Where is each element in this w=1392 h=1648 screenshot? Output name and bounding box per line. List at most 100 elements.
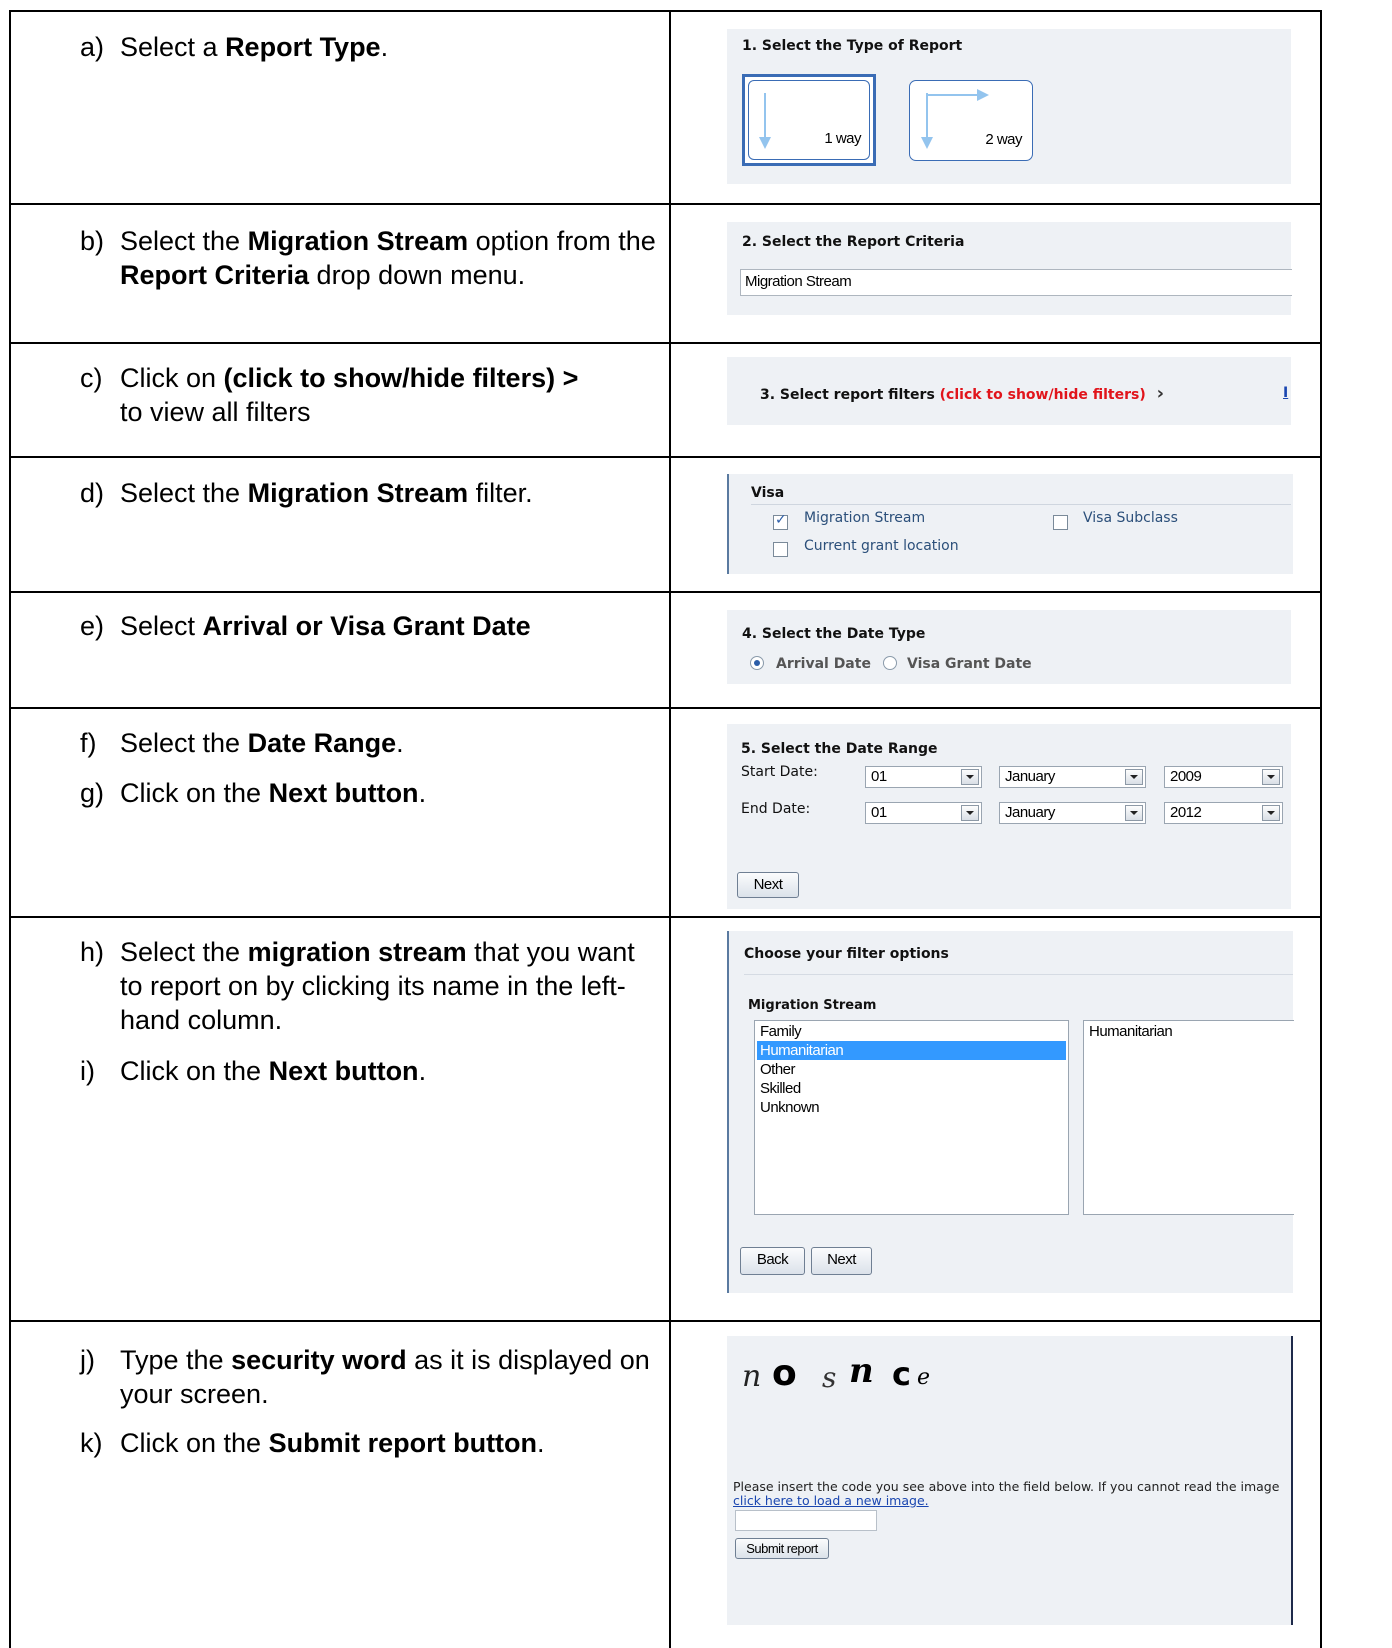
end-year-select[interactable]: 2012: [1164, 802, 1283, 824]
migration-stream-checkbox[interactable]: ✓: [773, 512, 788, 530]
list-item[interactable]: Other: [757, 1060, 1066, 1079]
end-month-select[interactable]: January: [999, 802, 1146, 824]
option-label: 2 way: [985, 131, 1022, 148]
group-label: Visa: [751, 485, 785, 501]
edge-marker: I: [1283, 385, 1289, 401]
table-border-top: [9, 10, 1322, 12]
list-item-selected[interactable]: Humanitarian: [757, 1041, 1066, 1060]
start-day-select[interactable]: 01: [865, 766, 982, 788]
list-item[interactable]: Skilled: [757, 1079, 1066, 1098]
step-text: Click on the Next button.: [120, 778, 427, 808]
step-marker: f): [80, 728, 97, 758]
arrow-right-icon: [927, 89, 989, 101]
chevron-down-icon: [961, 805, 979, 821]
report-filters-panel: 3. Select report filters (click to show/…: [727, 357, 1291, 425]
step-marker: d): [80, 478, 105, 508]
step-marker: c): [80, 363, 103, 393]
step-text: Click on (click to show/hide filters) > …: [120, 363, 579, 427]
row-divider: [9, 342, 1322, 344]
chevron-down-icon: [1125, 805, 1143, 821]
row-divider: [9, 707, 1322, 709]
step-marker: b): [80, 226, 105, 256]
table-border-left: [9, 10, 11, 1648]
report-criteria-select[interactable]: Migration Stream: [740, 269, 1292, 296]
select-value: Migration Stream: [745, 273, 852, 290]
load-new-image-link[interactable]: click here to load a new image.: [733, 1493, 929, 1508]
section-heading: 1. Select the Type of Report: [742, 38, 963, 54]
one-way-option[interactable]: 1 way: [742, 74, 876, 166]
step-text: Click on the Next button.: [120, 1056, 427, 1086]
step-marker: i): [80, 1056, 95, 1086]
row-divider: [9, 1320, 1322, 1322]
captcha-instructions: Please insert the code you see above int…: [733, 1479, 1280, 1508]
section-heading: 4. Select the Date Type: [742, 626, 926, 642]
list-item[interactable]: Unknown: [757, 1098, 1066, 1117]
step-marker: e): [80, 611, 105, 641]
end-day-select[interactable]: 01: [865, 802, 982, 824]
table-border-right: [1320, 10, 1322, 1648]
chevron-right-icon: ›: [1156, 383, 1165, 404]
chevron-down-icon: [1262, 769, 1280, 785]
selected-streams-list[interactable]: Humanitarian: [1083, 1020, 1294, 1215]
row-divider: [9, 916, 1322, 918]
security-word-panel: n o s n c e Please insert the code you s…: [727, 1336, 1293, 1625]
end-date-label: End Date:: [741, 801, 811, 817]
list-item[interactable]: Humanitarian: [1086, 1022, 1292, 1041]
step-marker: a): [80, 32, 105, 62]
arrival-date-radio[interactable]: [750, 656, 764, 670]
step-marker: j): [80, 1345, 95, 1375]
submit-report-button[interactable]: Submit report: [735, 1538, 829, 1559]
step-marker: g): [80, 778, 105, 808]
step-text: Click on the Submit report button.: [120, 1428, 545, 1458]
section-heading: 3. Select report filters (click to show/…: [760, 383, 1165, 404]
step-marker: h): [80, 937, 105, 967]
option-label: 1 way: [824, 130, 861, 147]
report-type-panel: 1. Select the Type of Report 1 way 2 way: [727, 29, 1291, 184]
step-text: Select the Date Range.: [120, 728, 404, 758]
date-type-panel: 4. Select the Date Type Arrival Date Vis…: [727, 610, 1291, 684]
chevron-down-icon: [1125, 769, 1143, 785]
checkbox-label: Current grant location: [804, 538, 959, 554]
visa-grant-date-radio[interactable]: [883, 656, 897, 670]
visa-subclass-checkbox[interactable]: [1053, 515, 1068, 530]
visa-filters-panel: Visa ✓ Migration Stream Visa Subclass Cu…: [727, 474, 1293, 574]
row-divider: [9, 203, 1322, 205]
start-year-select[interactable]: 2009: [1164, 766, 1283, 788]
start-month-select[interactable]: January: [999, 766, 1146, 788]
step-text: Select the migration stream that you wan…: [120, 937, 635, 1035]
chevron-down-icon: [961, 769, 979, 785]
section-heading: 2. Select the Report Criteria: [742, 234, 965, 250]
step-text: Type the security word as it is displaye…: [120, 1345, 650, 1409]
two-way-option[interactable]: 2 way: [909, 80, 1033, 161]
section-heading: 5. Select the Date Range: [741, 741, 938, 757]
table-column-divider: [669, 10, 671, 1648]
report-criteria-panel: 2. Select the Report Criteria Migration …: [727, 222, 1292, 315]
step-text: Select the Migration Stream option from …: [120, 226, 656, 290]
show-hide-filters-link[interactable]: (click to show/hide filters): [940, 387, 1146, 403]
security-word-input[interactable]: [735, 1510, 877, 1531]
captcha-image: n o s n c e: [742, 1351, 931, 1394]
step-text: Select Arrival or Visa Grant Date: [120, 611, 531, 641]
section-heading: Choose your filter options: [744, 946, 949, 962]
step-text: Select the Migration Stream filter.: [120, 478, 533, 508]
start-date-label: Start Date:: [741, 764, 818, 780]
back-button[interactable]: Back: [740, 1247, 805, 1275]
list-heading: Migration Stream: [748, 998, 877, 1013]
row-divider: [9, 591, 1322, 593]
radio-label: Arrival Date: [776, 656, 871, 672]
chevron-down-icon: [1262, 805, 1280, 821]
next-button[interactable]: Next: [811, 1247, 872, 1275]
arrow-down-icon: [759, 93, 771, 149]
checkbox-label: Visa Subclass: [1083, 510, 1178, 526]
next-button[interactable]: Next: [737, 872, 799, 898]
step-marker: k): [80, 1428, 103, 1458]
list-item[interactable]: Family: [757, 1022, 1066, 1041]
radio-label: Visa Grant Date: [907, 656, 1032, 672]
step-text: Select a Report Type.: [120, 32, 389, 62]
current-grant-location-checkbox[interactable]: [773, 542, 788, 557]
date-range-panel: 5. Select the Date Range Start Date: 01 …: [727, 724, 1291, 909]
available-streams-list[interactable]: Family Humanitarian Other Skilled Unknow…: [754, 1020, 1069, 1215]
row-divider: [9, 456, 1322, 458]
checkbox-label: Migration Stream: [804, 510, 926, 526]
filter-options-panel: Choose your filter options Migration Str…: [727, 931, 1294, 1293]
